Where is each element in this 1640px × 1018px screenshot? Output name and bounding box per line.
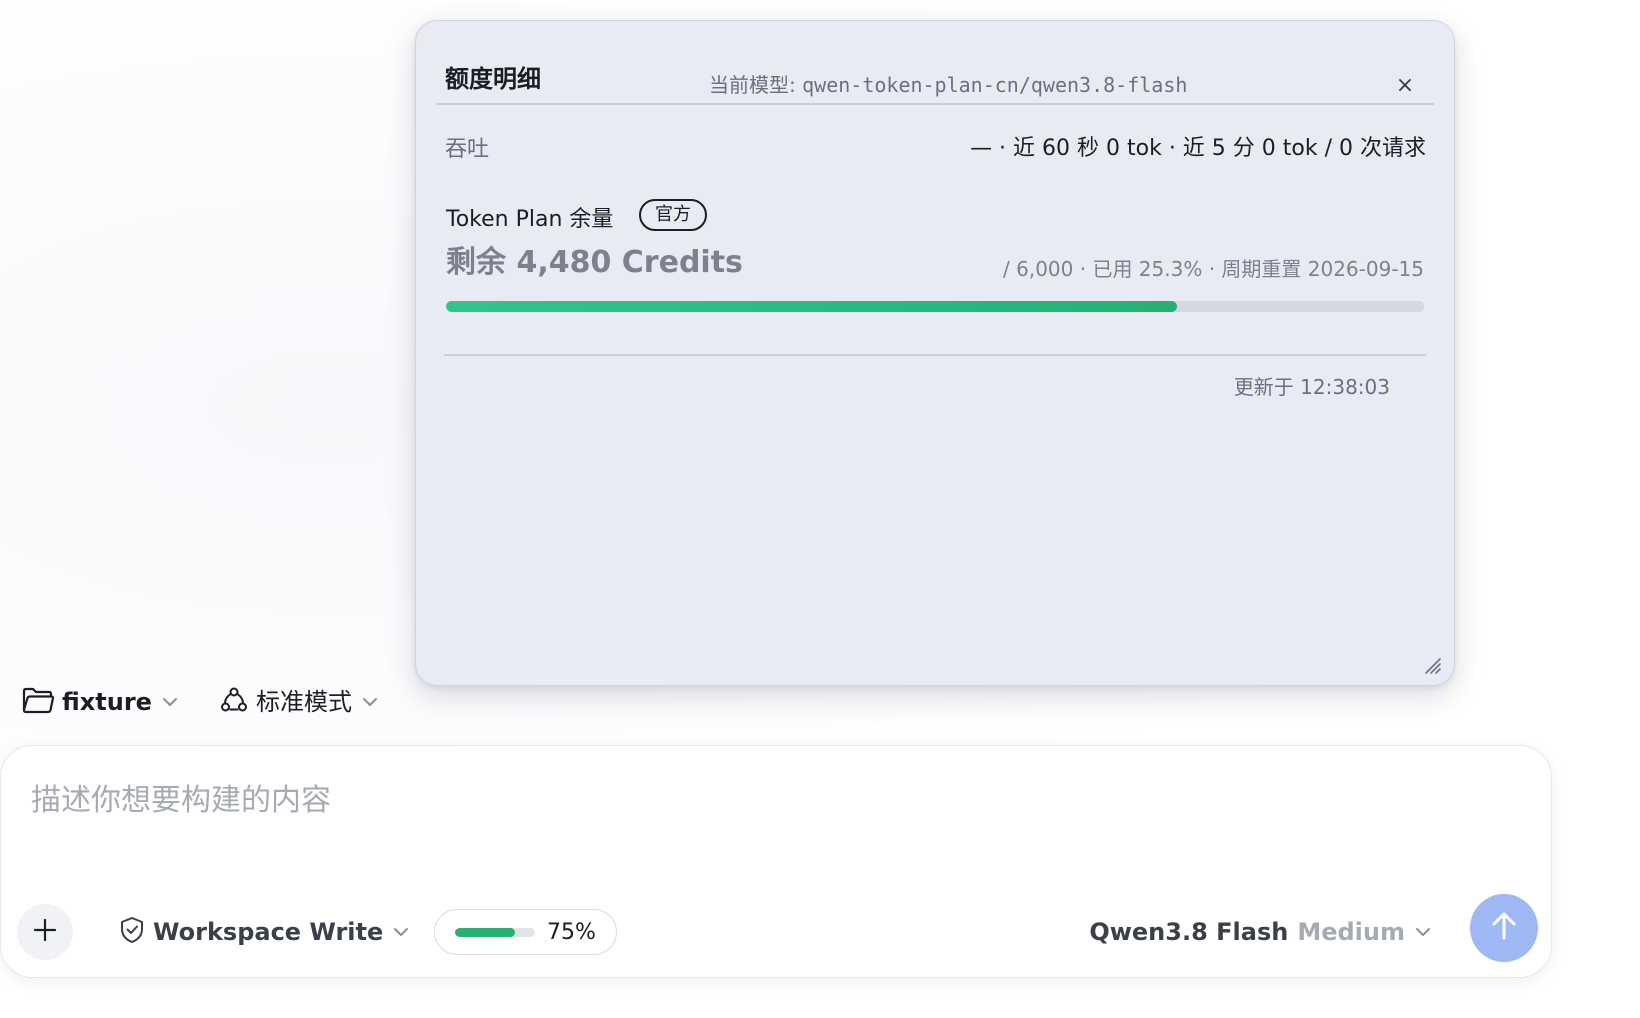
credits-remaining: 剩余 4,480 Credits bbox=[446, 245, 743, 280]
folder-icon bbox=[22, 686, 55, 718]
context-selector-row: fixture 标准模式 bbox=[22, 684, 378, 720]
section-divider bbox=[444, 354, 1426, 356]
shield-check-icon bbox=[119, 916, 145, 948]
message-composer: Workspace Write 75% Qwen3.8 Flash Medium bbox=[0, 745, 1552, 978]
mode-label: 标准模式 bbox=[255, 688, 352, 716]
prompt-input[interactable] bbox=[31, 780, 1491, 820]
official-badge: 官方 bbox=[639, 199, 707, 231]
context-usage-track bbox=[455, 927, 535, 937]
quota-panel-title: 额度明细 bbox=[445, 65, 541, 93]
chevron-down-icon bbox=[393, 927, 409, 937]
context-usage-label: 75% bbox=[547, 919, 596, 945]
arrow-up-icon bbox=[1487, 909, 1521, 947]
tri-circle-icon bbox=[220, 686, 248, 718]
plus-icon bbox=[32, 917, 58, 947]
quota-progress-fill bbox=[446, 301, 1177, 312]
model-effort: Medium bbox=[1297, 918, 1405, 946]
add-attachment-button[interactable] bbox=[17, 904, 73, 960]
chevron-down-icon bbox=[1415, 927, 1431, 937]
current-model-prefix: 当前模型: bbox=[709, 73, 803, 97]
throughput-value: — · 近 60 秒 0 tok · 近 5 分 0 tok / 0 次请求 bbox=[970, 136, 1426, 161]
chevron-down-icon bbox=[362, 697, 378, 707]
updated-timestamp: 更新于 12:38:03 bbox=[1233, 375, 1390, 399]
token-plan-title: Token Plan 余量 bbox=[446, 207, 614, 232]
permission-label: Workspace Write bbox=[153, 918, 384, 946]
header-divider bbox=[436, 103, 1434, 105]
throughput-label: 吞吐 bbox=[445, 137, 490, 162]
permission-selector[interactable]: Workspace Write bbox=[119, 912, 409, 952]
current-model-id: qwen-token-plan-cn/qwen3.8-flash bbox=[802, 73, 1188, 97]
context-usage-fill bbox=[455, 927, 515, 937]
chevron-down-icon bbox=[162, 697, 178, 707]
context-usage-meter[interactable]: 75% bbox=[434, 909, 617, 955]
quota-popover: 额度明细 当前模型: qwen-token-plan-cn/qwen3.8-fl… bbox=[415, 20, 1455, 686]
folder-label: fixture bbox=[62, 688, 152, 716]
resize-grip-icon[interactable] bbox=[1420, 653, 1442, 675]
credits-usage-meta: / 6,000 · 已用 25.3% · 周期重置 2026-09-15 bbox=[1003, 257, 1424, 281]
current-model-label: 当前模型: qwen-token-plan-cn/qwen3.8-flash bbox=[709, 75, 1187, 95]
send-button[interactable] bbox=[1470, 894, 1538, 962]
folder-selector[interactable]: fixture bbox=[22, 686, 178, 718]
quota-progress-bar bbox=[446, 301, 1424, 312]
model-name: Qwen3.8 Flash bbox=[1089, 918, 1289, 946]
mode-selector[interactable]: 标准模式 bbox=[220, 686, 378, 718]
model-selector[interactable]: Qwen3.8 Flash Medium bbox=[1089, 912, 1431, 952]
close-icon[interactable]: × bbox=[1392, 73, 1418, 99]
